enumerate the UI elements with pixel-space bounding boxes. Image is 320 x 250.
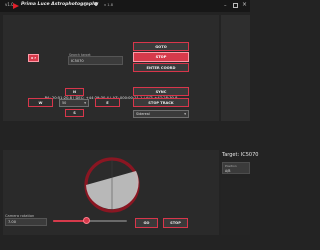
rotation-dial	[84, 157, 140, 213]
camera-rotation-input[interactable]: 7.00	[5, 218, 47, 226]
rotation-stop-button[interactable]: STOP	[163, 218, 188, 228]
rotation-go-button[interactable]: GO	[135, 218, 158, 228]
rotation-slider-handle[interactable]	[82, 217, 90, 224]
rotation-slider-fill	[53, 220, 87, 222]
